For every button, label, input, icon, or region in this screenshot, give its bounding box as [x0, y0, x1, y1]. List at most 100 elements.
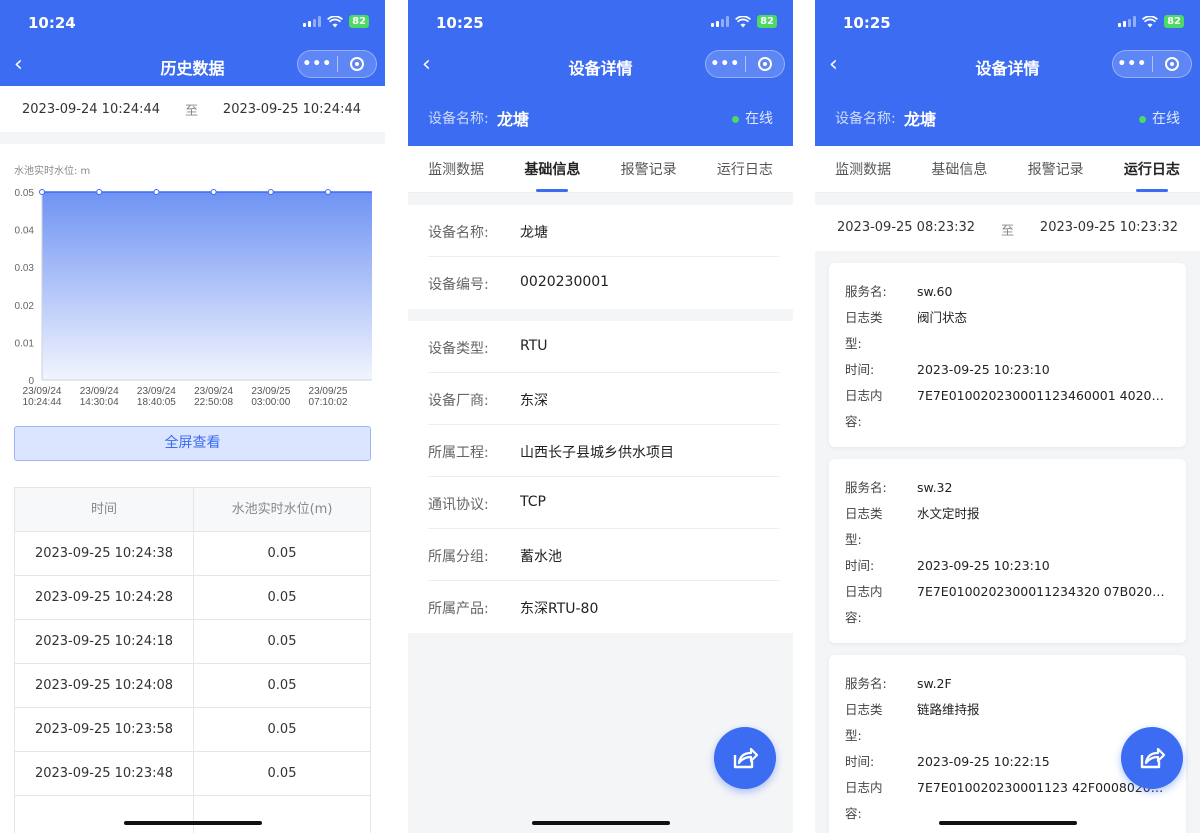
top-bar: 10:25 82 ‹ 设备详情 ••• 设备名称: 龙塘 在线: [815, 0, 1200, 146]
status-bar: 10:24 82: [0, 0, 385, 44]
section-gap: [0, 132, 385, 144]
cell-level: 0.05: [267, 722, 297, 737]
fullscreen-button[interactable]: 全屏查看: [14, 426, 371, 461]
top-bar: 10:25 82 ‹ 设备详情 ••• 设备名称: 龙塘 在线: [408, 0, 793, 146]
table-row: [15, 796, 370, 833]
x-tick-label: 23/09/25: [309, 386, 348, 397]
info-key: 设备编号:: [428, 277, 489, 293]
x-tick-label: 10:24:44: [23, 397, 62, 408]
info-row: 设备编号: 0020230001: [428, 257, 779, 309]
range-end[interactable]: 2023-09-25 10:23:32: [1040, 220, 1178, 235]
tab-monitor[interactable]: 监测数据: [408, 146, 504, 192]
info-value: 蓄水池: [520, 549, 562, 565]
x-tick-label: 23/09/24: [23, 386, 62, 397]
log-service-label: 服务名:: [845, 676, 887, 691]
water-level-chart: 水池实时水位: m 0.05 0.04 0.03 0.02 0.01 0 23/09/24 1…: [0, 144, 385, 424]
x-tick-label: 07:10:02: [309, 397, 348, 408]
home-indicator: [123, 821, 262, 825]
status-icons: 82: [1118, 15, 1184, 28]
online-status: 在线: [1139, 108, 1180, 128]
chart-svg: 0.050.040.030.020.01023/09/2410:24:4423/…: [15, 188, 372, 408]
log-type-label: 日志类: [845, 506, 883, 521]
nav-bar: ‹ 历史数据 •••: [0, 44, 385, 86]
tab-bar: 监测数据 基础信息 报警记录 运行日志: [815, 146, 1200, 193]
wifi-icon: [735, 15, 752, 27]
y-tick-label: 0.01: [15, 338, 35, 349]
device-header: 设备名称: 龙塘 在线: [815, 86, 1200, 146]
battery-icon: 82: [349, 15, 369, 28]
date-range[interactable]: 2023-09-24 10:24:44 至 2023-09-25 10:24:4…: [0, 86, 385, 132]
range-start[interactable]: 2023-09-24 10:24:44: [22, 102, 160, 117]
status-time: 10:24: [28, 14, 76, 32]
status-icons: 82: [303, 15, 369, 28]
tab-logs[interactable]: 运行日志: [1104, 146, 1200, 192]
more-icon[interactable]: •••: [298, 56, 337, 72]
share-button[interactable]: [1121, 727, 1183, 789]
area-fill: [42, 192, 372, 380]
log-type-label-cont: 型:: [845, 336, 862, 351]
device-header: 设备名称: 龙塘 在线: [408, 86, 793, 146]
more-icon[interactable]: •••: [1113, 56, 1152, 72]
signal-icon: [711, 16, 730, 27]
signal-icon: [303, 16, 322, 27]
info-row: 所属工程: 山西长子县城乡供水项目: [428, 425, 779, 477]
close-target-icon[interactable]: [1153, 57, 1192, 71]
share-button[interactable]: [714, 727, 776, 789]
cell-time: 2023-09-25 10:23:48: [15, 752, 194, 795]
status-bar: 10:25 82: [408, 0, 793, 44]
x-tick-label: 14:30:04: [80, 397, 119, 408]
cell-level: 0.05: [267, 678, 297, 693]
info-group-2: 设备类型: RTU 设备厂商: 东深 所属工程: 山西长子县城乡供水项目 通讯协议: T…: [408, 321, 793, 633]
online-dot-icon: [1139, 115, 1146, 123]
range-start[interactable]: 2023-09-25 08:23:32: [837, 220, 975, 235]
info-key: 设备名称:: [428, 225, 489, 241]
log-content-value: 7E7E010020230001123460001 4020C5...: [917, 388, 1181, 403]
tab-logs[interactable]: 运行日志: [697, 146, 793, 192]
x-tick-label: 23/09/24: [194, 386, 233, 397]
tab-monitor[interactable]: 监测数据: [815, 146, 911, 192]
log-service-value: sw.60: [917, 284, 953, 299]
tab-basic-info[interactable]: 基础信息: [911, 146, 1007, 192]
mini-program-capsule: •••: [1112, 50, 1192, 78]
tab-bar: 监测数据 基础信息 报警记录 运行日志: [408, 146, 793, 193]
online-text: 在线: [745, 111, 773, 127]
close-target-icon[interactable]: [746, 57, 785, 71]
data-point: [153, 189, 160, 195]
online-text: 在线: [1152, 111, 1180, 127]
y-tick-label: 0.02: [15, 301, 35, 312]
log-card[interactable]: 服务名: sw.32 日志类 水文定时报 型: 时间: 2023-09-25 10:2…: [829, 459, 1186, 643]
info-value: 东深: [520, 393, 548, 409]
info-value: 0020230001: [520, 274, 610, 290]
log-content-label: 日志内: [845, 388, 883, 403]
log-card[interactable]: 服务名: sw.60 日志类 阀门状态 型: 时间: 2023-09-25 10:23…: [829, 263, 1186, 447]
data-point: [39, 189, 45, 195]
table-row: 2023-09-25 10:24:18 0.05: [15, 620, 370, 664]
signal-icon: [1118, 16, 1137, 27]
cell-time: 2023-09-25 10:24:38: [15, 532, 194, 575]
more-icon[interactable]: •••: [706, 56, 745, 72]
log-type-value: 水文定时报: [917, 506, 980, 521]
tab-alarms[interactable]: 报警记录: [601, 146, 697, 192]
log-time-label: 时间:: [845, 754, 875, 769]
tab-alarms[interactable]: 报警记录: [1008, 146, 1104, 192]
status-time: 10:25: [436, 14, 484, 32]
status-icons: 82: [711, 15, 777, 28]
table-row: 2023-09-25 10:24:38 0.05: [15, 532, 370, 576]
home-indicator: [938, 821, 1077, 825]
info-row: 设备名称: 龙塘: [428, 205, 779, 257]
x-tick-label: 22:50:08: [194, 397, 233, 408]
tab-basic-info[interactable]: 基础信息: [504, 146, 600, 192]
log-time-label: 时间:: [845, 362, 875, 377]
x-tick-label: 23/09/24: [80, 386, 119, 397]
info-row: 设备类型: RTU: [428, 321, 779, 373]
info-value: TCP: [520, 494, 546, 510]
info-value: RTU: [520, 338, 548, 354]
mini-program-capsule: •••: [297, 50, 377, 78]
mini-program-capsule: •••: [705, 50, 785, 78]
status-time: 10:25: [843, 14, 891, 32]
close-target-icon[interactable]: [338, 57, 377, 71]
range-end[interactable]: 2023-09-25 10:24:44: [223, 102, 361, 117]
history-data-screen: 10:24 82 ‹ 历史数据 ••• 2023-09-24 10:24:44 …: [0, 0, 385, 833]
date-range[interactable]: 2023-09-25 08:23:32 至 2023-09-25 10:23:3…: [815, 205, 1200, 251]
log-content-label-cont: 容:: [845, 610, 862, 625]
